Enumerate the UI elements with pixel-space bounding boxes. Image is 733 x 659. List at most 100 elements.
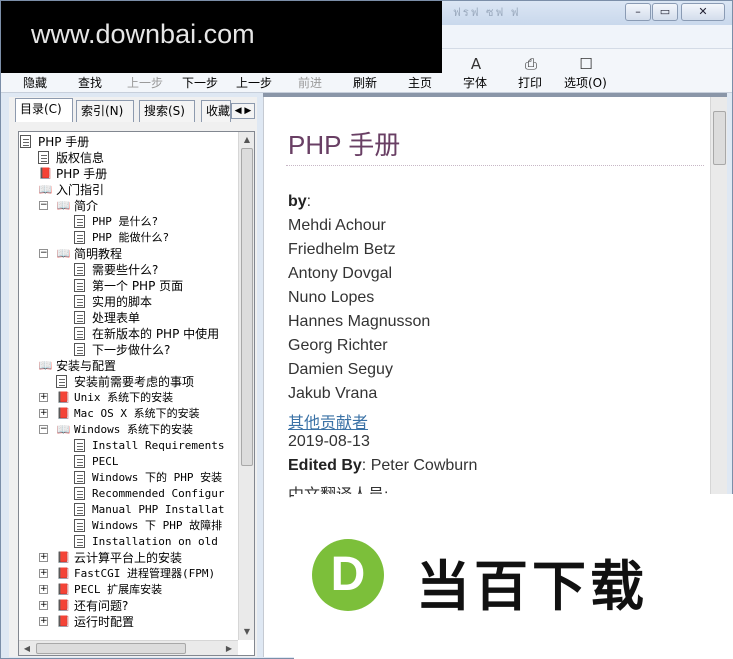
tree-item[interactable]: 实用的脚本 — [19, 294, 238, 310]
window-title: ฟรฟ ซฟ ฟ — [453, 6, 521, 19]
title-divider — [286, 165, 704, 166]
font-icon[interactable]: A — [465, 55, 487, 73]
options-icon[interactable]: ☐ — [575, 55, 597, 73]
expand-icon[interactable]: + — [39, 409, 48, 418]
tree-item[interactable]: Install Requirements — [19, 438, 238, 454]
closed-book-icon: 📕 — [38, 167, 53, 180]
toolbar-button-6[interactable]: 刷新 — [353, 74, 377, 91]
logo-text: 当百下载 — [416, 555, 648, 618]
expand-icon[interactable]: + — [39, 585, 48, 594]
toolbar-button-4[interactable]: 上一步 — [236, 74, 272, 91]
expand-icon[interactable]: + — [39, 617, 48, 626]
tree-horizontal-scrollbar[interactable]: ◀ ▶ — [19, 640, 238, 655]
collapse-icon[interactable]: − — [39, 249, 48, 258]
page-title: PHP 手册 — [288, 130, 401, 160]
print-icon[interactable]: ⎙ — [520, 55, 542, 73]
watermark-text: www.downbai.com — [31, 19, 255, 49]
close-button[interactable]: ✕ — [681, 3, 725, 21]
open-book-icon: 📖 — [38, 359, 53, 372]
scroll-up-arrow-icon[interactable]: ▲ — [239, 132, 254, 147]
tab-search[interactable]: 搜索(S) — [139, 100, 195, 122]
tree-item[interactable]: PECL — [19, 454, 238, 470]
tree-item[interactable]: 📖 安装与配置 — [19, 358, 238, 374]
content-scroll-thumb[interactable] — [713, 111, 726, 165]
tree-item-label: PECL — [92, 455, 119, 468]
toolbar-button-7[interactable]: 主页 — [408, 74, 432, 91]
expand-icon[interactable]: + — [39, 601, 48, 610]
tree-item[interactable]: + 📕 运行时配置 — [19, 614, 238, 630]
toolbar-button-2[interactable]: 上一步 — [127, 74, 163, 91]
tree-item[interactable]: 第一个 PHP 页面 — [19, 278, 238, 294]
tree-item-label: Windows 系统下的安装 — [74, 423, 193, 436]
toolbar-button-5[interactable]: 前进 — [298, 74, 322, 91]
tree-item-label: 简明教程 — [74, 247, 123, 261]
expand-icon[interactable]: + — [39, 553, 48, 562]
author-name: Jakub Vrana — [288, 385, 378, 402]
tree-item-label: PHP 手册 — [38, 135, 90, 149]
tree-item-label: FastCGI 进程管理器(FPM) — [74, 567, 216, 580]
expand-icon[interactable]: + — [39, 569, 48, 578]
tree-item[interactable]: PHP 手册 — [19, 134, 238, 150]
tree-item[interactable]: Recommended Configur — [19, 486, 238, 502]
toolbar-button-8[interactable]: 字体 — [463, 74, 487, 91]
tab-scroll-arrows[interactable]: ◀ ▶ — [231, 103, 255, 119]
tree-item[interactable]: 📕 PHP 手册 — [19, 166, 238, 182]
page-icon — [74, 263, 85, 276]
toolbar-button-1[interactable]: 查找 — [78, 74, 102, 91]
tree-item[interactable]: PHP 能做什么? — [19, 230, 238, 246]
page-icon — [74, 311, 85, 324]
tree-item-label: 在新版本的 PHP 中使用 — [92, 327, 220, 341]
tree-item[interactable]: + 📕 FastCGI 进程管理器(FPM) — [19, 566, 238, 582]
toolbar-button-0[interactable]: 隐藏 — [23, 74, 47, 91]
tree-item-label: Install Requirements — [92, 439, 225, 452]
tree-item-label: PHP 手册 — [56, 167, 108, 181]
scroll-right-arrow-icon[interactable]: ▶ — [221, 641, 237, 655]
collapse-icon[interactable]: − — [39, 201, 48, 210]
tree-item[interactable]: Installation on old — [19, 534, 238, 550]
tree-item[interactable]: 📖 入门指引 — [19, 182, 238, 198]
toolbar-button-9[interactable]: 打印 — [518, 74, 542, 91]
tree-item[interactable]: + 📕 云计算平台上的安装 — [19, 550, 238, 566]
tree-item[interactable]: − 📖 Windows 系统下的安装 — [19, 422, 238, 438]
tree-item[interactable]: + 📕 PECL 扩展库安装 — [19, 582, 238, 598]
tab-contents[interactable]: 目录(C) — [15, 98, 73, 122]
toolbar-button-3[interactable]: 下一步 — [182, 74, 218, 91]
tree-item[interactable]: 处理表单 — [19, 310, 238, 326]
tree-item[interactable]: 安装前需要考虑的事项 — [19, 374, 238, 390]
tree-item[interactable]: PHP 是什么? — [19, 214, 238, 230]
scroll-down-arrow-icon[interactable]: ▼ — [239, 624, 254, 639]
tree-item[interactable]: − 📖 简明教程 — [19, 246, 238, 262]
scroll-left-arrow-icon[interactable]: ◀ — [19, 641, 35, 655]
tab-favorites[interactable]: 收藏 — [201, 100, 231, 122]
tree-item[interactable]: Windows 下 PHP 故障排 — [19, 518, 238, 534]
tree-item[interactable]: 需要些什么? — [19, 262, 238, 278]
tree-item[interactable]: 版权信息 — [19, 150, 238, 166]
author-name: Antony Dovgal — [288, 265, 393, 282]
expand-icon[interactable]: + — [39, 393, 48, 402]
tree-hscroll-thumb[interactable] — [36, 643, 186, 654]
tree-item[interactable]: Manual PHP Installat — [19, 502, 238, 518]
other-contributors-link[interactable]: 其他贡献者 — [288, 409, 368, 433]
collapse-icon[interactable]: − — [39, 425, 48, 434]
tree-item[interactable]: 下一步做什么? — [19, 342, 238, 358]
tree-item[interactable]: Windows 下的 PHP 安装 — [19, 470, 238, 486]
tree-item[interactable]: + 📕 Unix 系统下的安装 — [19, 390, 238, 406]
toolbar-button-10[interactable]: 选项(O) — [564, 74, 607, 91]
tree-item-label: 还有问题? — [74, 599, 129, 613]
tree-item[interactable]: + 📕 Mac OS X 系统下的安装 — [19, 406, 238, 422]
closed-book-icon: 📕 — [56, 391, 71, 404]
tree-item[interactable]: 在新版本的 PHP 中使用 — [19, 326, 238, 342]
tree-scroll-thumb[interactable] — [241, 148, 253, 466]
closed-book-icon: 📕 — [56, 551, 71, 564]
open-book-icon: 📖 — [56, 247, 71, 260]
tree-item[interactable]: − 📖 简介 — [19, 198, 238, 214]
page-icon — [74, 279, 85, 292]
tree-vertical-scrollbar[interactable]: ▲ ▼ — [238, 132, 254, 640]
minimize-button[interactable]: – — [625, 3, 651, 21]
page-icon — [20, 135, 31, 148]
tree-item-label: 第一个 PHP 页面 — [92, 279, 184, 293]
tree-item-label: PHP 能做什么? — [92, 231, 170, 244]
tab-index[interactable]: 索引(N) — [76, 100, 134, 122]
maximize-button[interactable]: ▭ — [652, 3, 678, 21]
tree-item[interactable]: + 📕 还有问题? — [19, 598, 238, 614]
